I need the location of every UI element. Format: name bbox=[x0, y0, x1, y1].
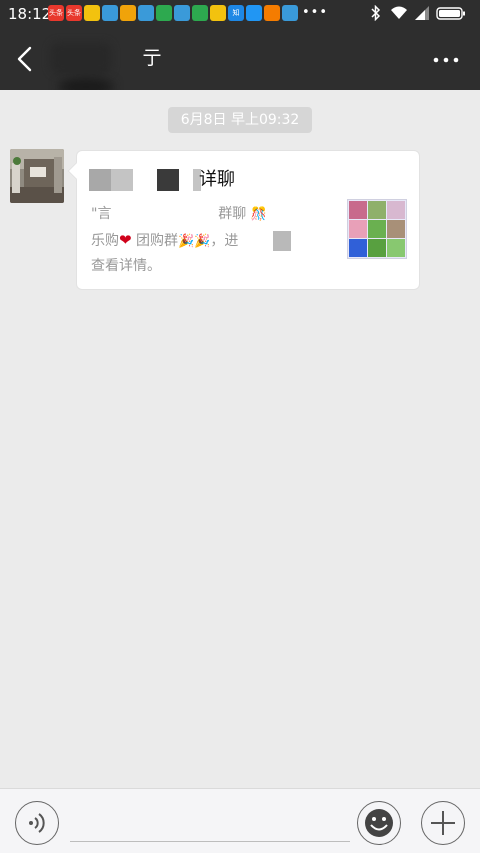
video-play-icon bbox=[102, 5, 118, 21]
message-timestamp: 6月8日 早上09:32 bbox=[168, 107, 312, 133]
app-green-icon bbox=[192, 5, 208, 21]
voice-button[interactable] bbox=[15, 801, 59, 845]
back-button[interactable] bbox=[10, 43, 42, 75]
party-popper-icon: 🎉 bbox=[194, 234, 211, 249]
heart-icon: ❤ bbox=[119, 231, 132, 249]
title-mosaic bbox=[157, 169, 179, 191]
app-blue-icon bbox=[246, 5, 262, 21]
group-thumbnail-image bbox=[349, 201, 405, 257]
desc-mosaic bbox=[273, 231, 291, 251]
chat-title: 亍 bbox=[58, 47, 162, 69]
video-play-icon bbox=[282, 5, 298, 21]
chat-area[interactable]: 6月8日 早上09:32 详聊 "言 群聊 🎊 乐购❤ 团购群🎉🎉，进 查看详情… bbox=[0, 90, 480, 788]
input-bar bbox=[0, 788, 480, 853]
card-pointer bbox=[67, 162, 85, 180]
title-mosaic bbox=[111, 169, 133, 191]
app-yellow-icon bbox=[210, 5, 226, 21]
more-dots-icon bbox=[433, 57, 459, 63]
wifi-icon bbox=[391, 6, 407, 19]
emoji-button[interactable] bbox=[357, 801, 401, 845]
desc-text: 团购群 bbox=[131, 233, 179, 249]
card-description: "言 群聊 🎊 乐购❤ 团购群🎉🎉，进 查看详情。 bbox=[91, 201, 341, 279]
desc-line-3: 查看详情。 bbox=[91, 253, 341, 279]
toutiao-icon: 头条 bbox=[48, 5, 64, 21]
desc-text: 查看详情。 bbox=[91, 258, 161, 274]
desc-text: "言 群聊 bbox=[91, 206, 247, 222]
card-title-text: 详聊 bbox=[199, 169, 235, 190]
video-play-icon bbox=[138, 5, 154, 21]
message-input[interactable] bbox=[70, 841, 350, 842]
more-notifications-icon: ••• bbox=[302, 5, 329, 20]
signal-icon bbox=[415, 6, 429, 20]
group-invite-card[interactable]: 详聊 "言 群聊 🎊 乐购❤ 团购群🎉🎉，进 查看详情。 bbox=[67, 150, 420, 290]
toutiao-icon: 头条 bbox=[66, 5, 82, 21]
plus-button[interactable] bbox=[421, 801, 465, 845]
status-bar: 18:12 头条 头条 知 ••• bbox=[0, 0, 480, 28]
chat-header: 亍 bbox=[0, 28, 480, 96]
sparkle-icon: 🎊 bbox=[250, 207, 267, 222]
avatar-image bbox=[10, 149, 64, 203]
status-time: 18:12 bbox=[8, 5, 52, 23]
battery-icon bbox=[436, 7, 465, 20]
more-options-button[interactable] bbox=[432, 50, 460, 70]
emoji-icon bbox=[365, 809, 393, 837]
uc-icon bbox=[264, 5, 280, 21]
title-mosaic bbox=[89, 169, 111, 191]
plus-icon bbox=[431, 811, 455, 835]
system-icons bbox=[362, 5, 472, 23]
avatar[interactable] bbox=[10, 149, 64, 203]
party-popper-icon: 🎉 bbox=[178, 234, 195, 249]
desc-text: 乐购 bbox=[91, 233, 119, 249]
group-thumbnail bbox=[347, 199, 407, 259]
app-green-icon bbox=[156, 5, 172, 21]
voice-icon bbox=[29, 813, 45, 833]
zhihu-icon: 知 bbox=[228, 5, 244, 21]
desc-line-2: 乐购❤ 团购群🎉🎉，进 bbox=[91, 227, 341, 253]
bluetooth-icon bbox=[371, 5, 381, 21]
card-title: 详聊 bbox=[89, 167, 349, 193]
desc-line-1: "言 群聊 🎊 bbox=[91, 201, 341, 227]
chevron-left-icon bbox=[17, 46, 32, 72]
app-yellow-icon bbox=[84, 5, 100, 21]
app-news-icon bbox=[120, 5, 136, 21]
video-play-icon bbox=[174, 5, 190, 21]
desc-text: ，进 bbox=[210, 233, 239, 249]
